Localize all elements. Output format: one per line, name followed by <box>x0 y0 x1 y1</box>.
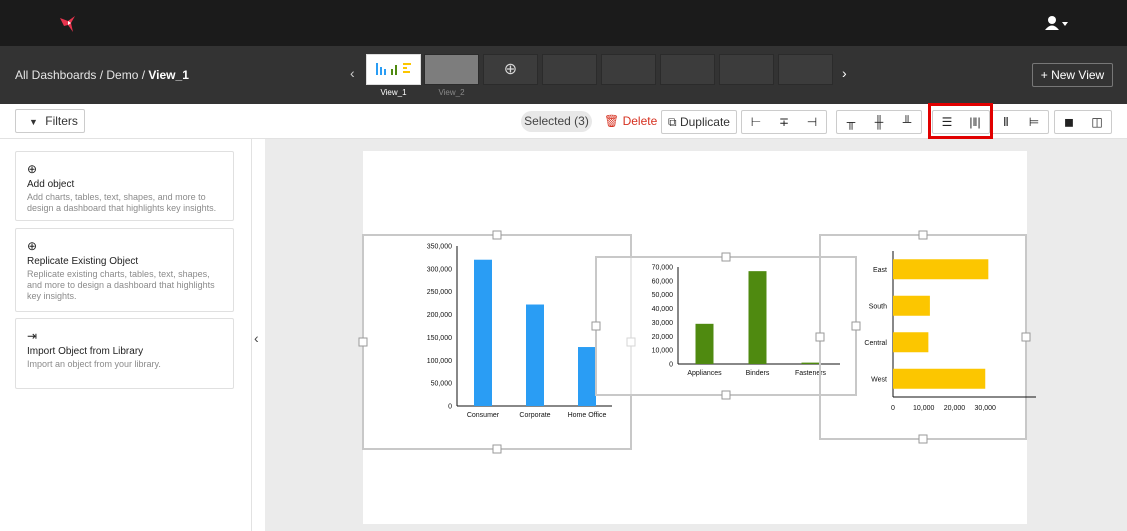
y-tick-label: Central <box>864 340 887 347</box>
y-tick-label: 200,000 <box>427 312 452 319</box>
y-tick-label: 20,000 <box>652 334 674 341</box>
resize-handle[interactable] <box>721 390 731 400</box>
bar <box>893 332 929 353</box>
bar <box>474 259 492 406</box>
y-tick-label: 40,000 <box>652 306 674 313</box>
resize-handle[interactable] <box>492 444 502 454</box>
x-tick-label: Appliances <box>687 370 722 377</box>
resize-handle[interactable] <box>918 434 928 444</box>
y-tick-label: 150,000 <box>427 335 452 342</box>
bar <box>695 323 714 364</box>
y-tick-label: 0 <box>448 404 452 411</box>
y-tick-label: South <box>869 303 887 310</box>
x-tick-label: 0 <box>891 405 895 412</box>
resize-handle[interactable] <box>815 332 825 342</box>
y-tick-label: 70,000 <box>652 265 674 272</box>
y-tick-label: East <box>873 267 887 274</box>
resize-handle[interactable] <box>1021 332 1031 342</box>
resize-handle[interactable] <box>851 321 861 331</box>
x-tick-label: Fasteners <box>795 370 827 377</box>
x-tick-label: Consumer <box>467 412 500 419</box>
y-tick-label: 10,000 <box>652 348 674 355</box>
charts-layer: 0 50,000 100,000 150,000 200,000 250,000 300,0… <box>358 230 1036 454</box>
resize-handle[interactable] <box>492 230 502 240</box>
y-tick-label: 300,000 <box>427 266 452 273</box>
x-tick-label: 30,000 <box>975 405 997 412</box>
bar <box>893 295 930 316</box>
bar <box>748 271 767 364</box>
resize-handle[interactable] <box>721 252 731 262</box>
x-tick-label: 10,000 <box>913 405 935 412</box>
y-tick-label: 50,000 <box>431 381 453 388</box>
y-tick-label: 250,000 <box>427 289 452 296</box>
x-tick-label: Corporate <box>519 412 550 419</box>
bar <box>526 304 544 406</box>
x-tick-label: Binders <box>746 370 770 377</box>
y-tick-label: 350,000 <box>427 244 452 251</box>
bar <box>893 368 986 389</box>
bar <box>578 347 596 406</box>
resize-handle[interactable] <box>358 337 368 347</box>
y-tick-label: 100,000 <box>427 358 452 365</box>
y-tick-label: 50,000 <box>652 292 674 299</box>
x-tick-label: 20,000 <box>944 405 966 412</box>
resize-handle[interactable] <box>591 321 601 331</box>
y-tick-label: 0 <box>669 362 673 369</box>
chart-customer-segment[interactable]: 0 50,000 100,000 150,000 200,000 250,000 300,0… <box>358 230 636 454</box>
y-tick-label: 60,000 <box>652 278 674 285</box>
y-tick-label: West <box>871 376 887 383</box>
bar <box>801 362 820 364</box>
resize-handle[interactable] <box>918 230 928 240</box>
bar <box>893 259 989 280</box>
x-tick-label: Home Office <box>568 412 607 419</box>
y-tick-label: 30,000 <box>652 320 674 327</box>
